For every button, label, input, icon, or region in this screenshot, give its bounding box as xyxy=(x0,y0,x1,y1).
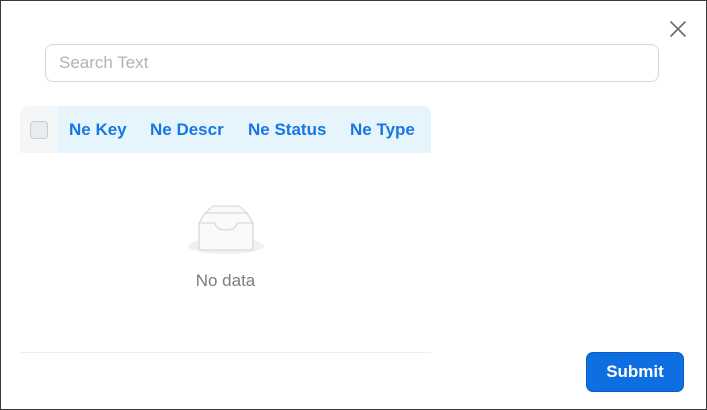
search-input[interactable] xyxy=(45,44,659,82)
column-header-ne-type[interactable]: Ne Type xyxy=(341,106,431,153)
column-header-ne-status[interactable]: Ne Status xyxy=(237,106,341,153)
column-header-ne-key[interactable]: Ne Key xyxy=(58,106,139,153)
table-body: No data xyxy=(20,153,431,353)
select-all-cell xyxy=(20,106,58,153)
column-header-ne-descr[interactable]: Ne Descr xyxy=(139,106,237,153)
submit-button[interactable]: Submit xyxy=(587,353,683,391)
table-header: Ne Key Ne Descr Ne Status Ne Type xyxy=(20,106,431,153)
data-table: Ne Key Ne Descr Ne Status Ne Type No dat… xyxy=(20,106,431,353)
dialog: Ne Key Ne Descr Ne Status Ne Type No dat… xyxy=(0,0,707,410)
close-icon[interactable] xyxy=(668,19,688,39)
select-all-checkbox[interactable] xyxy=(30,120,48,139)
empty-state-text: No data xyxy=(195,271,256,290)
empty-inbox-icon xyxy=(187,205,265,257)
